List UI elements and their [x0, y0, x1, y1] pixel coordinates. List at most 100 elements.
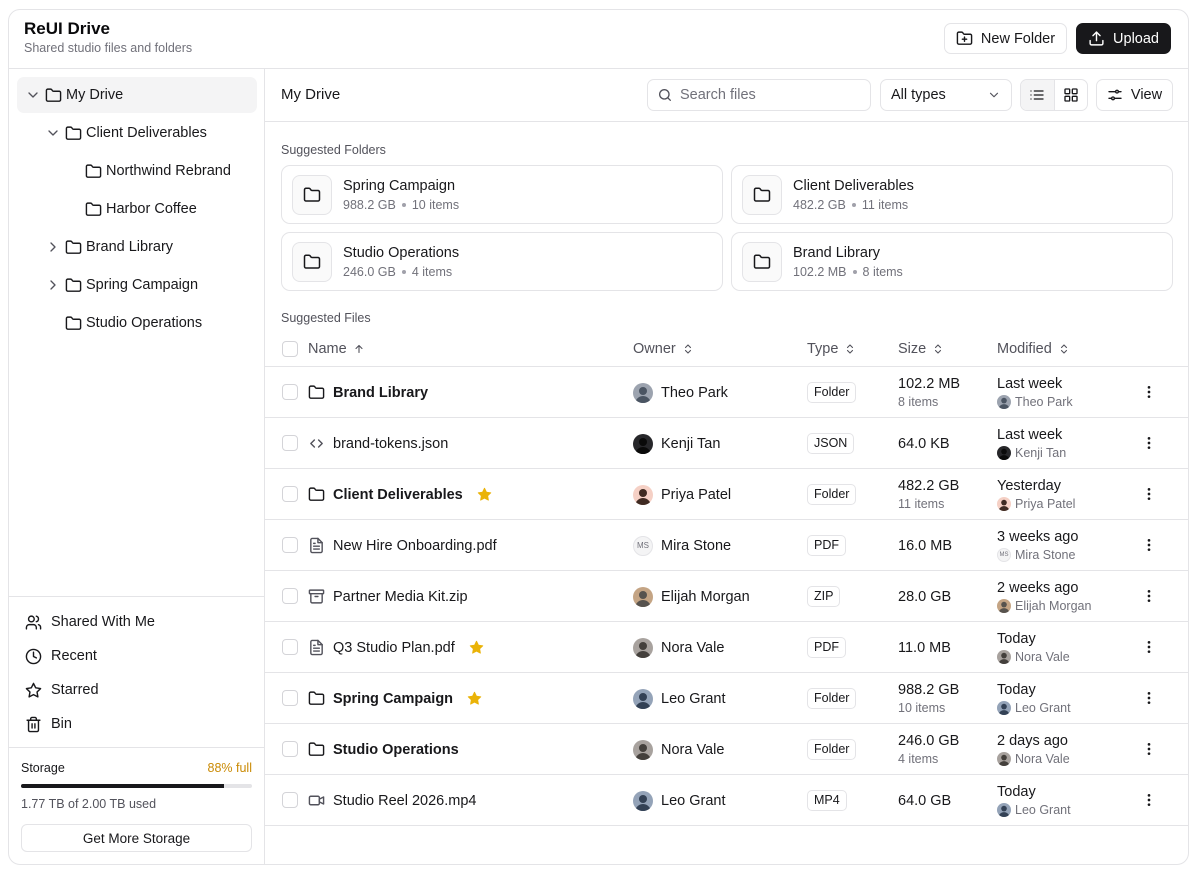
view-options-button[interactable]: View	[1096, 79, 1173, 111]
suggested-files-label: Suggested Files	[281, 311, 371, 325]
tree-item[interactable]: Harbor Coffee	[17, 191, 257, 227]
table-row[interactable]: Brand Library Theo Park Folder 102.2 MB 8…	[265, 367, 1188, 418]
folder-card-size: 988.2 GB	[343, 197, 396, 212]
avatar	[633, 586, 653, 607]
column-type-label: Type	[807, 341, 839, 357]
file-name[interactable]: New Hire Onboarding.pdf	[333, 538, 497, 554]
users-icon	[25, 614, 42, 630]
row-checkbox[interactable]	[282, 690, 298, 706]
table-row[interactable]: Partner Media Kit.zip Elijah Morgan ZIP …	[265, 571, 1188, 622]
file-size: 64.0 KB	[898, 435, 950, 452]
sidebar-nav-item[interactable]: Shared With Me	[9, 605, 264, 639]
file-name[interactable]: Brand Library	[333, 385, 428, 401]
avatar: MS	[633, 535, 653, 556]
folder-card[interactable]: Client Deliverables 482.2 GB 11 items	[731, 165, 1173, 224]
file-name[interactable]: Partner Media Kit.zip	[333, 589, 468, 605]
breadcrumb[interactable]: My Drive	[281, 86, 340, 103]
table-row[interactable]: Q3 Studio Plan.pdf Nora Vale PDF 11.0 MB…	[265, 622, 1188, 673]
chevron-down-icon[interactable]	[25, 87, 41, 103]
tree-item[interactable]: Studio Operations	[17, 305, 257, 341]
sidebar-nav-item[interactable]: Bin	[9, 707, 264, 741]
app-title: ReUI Drive	[24, 19, 110, 38]
select-all-checkbox[interactable]	[282, 341, 298, 357]
file-name[interactable]: Client Deliverables	[333, 487, 463, 503]
upload-button[interactable]: Upload	[1076, 23, 1171, 54]
file-name[interactable]: brand-tokens.json	[333, 436, 448, 452]
folder-card[interactable]: Spring Campaign 988.2 GB 10 items	[281, 165, 723, 224]
row-checkbox[interactable]	[282, 384, 298, 400]
folder-icon	[303, 254, 321, 269]
tree-item[interactable]: Client Deliverables	[17, 115, 257, 151]
modified-by: Priya Patel	[1015, 497, 1076, 511]
search-box[interactable]	[647, 79, 871, 111]
new-folder-button[interactable]: New Folder	[943, 23, 1068, 54]
column-owner[interactable]: Owner	[633, 341, 694, 357]
table-row[interactable]: Studio Reel 2026.mp4 Leo Grant MP4 64.0 …	[265, 775, 1188, 826]
sort-icon	[847, 344, 854, 354]
more-vertical-icon[interactable]	[1141, 639, 1157, 655]
table-row[interactable]: Client Deliverables Priya Patel Folder 4…	[265, 469, 1188, 520]
search-input[interactable]	[680, 87, 850, 103]
file-name[interactable]: Studio Reel 2026.mp4	[333, 793, 477, 809]
folder-card-icon	[742, 174, 782, 215]
more-vertical-icon[interactable]	[1141, 435, 1157, 451]
more-vertical-icon[interactable]	[1141, 741, 1157, 757]
more-vertical-icon[interactable]	[1141, 792, 1157, 808]
file-name[interactable]: Spring Campaign	[333, 691, 453, 707]
table-row[interactable]: Spring Campaign Leo Grant Folder 988.2 G…	[265, 673, 1188, 724]
file-name[interactable]: Studio Operations	[333, 742, 459, 758]
modified-date: 3 weeks ago	[997, 529, 1079, 545]
chevron-down-icon[interactable]	[45, 125, 61, 141]
list-view-button[interactable]	[1021, 80, 1055, 110]
view-toggle	[1020, 79, 1088, 111]
more-vertical-icon[interactable]	[1141, 537, 1157, 553]
tree-item[interactable]: My Drive	[17, 77, 257, 113]
folder-tree: My Drive Client Deliverables Northwind Reb…	[17, 77, 257, 343]
chevron-right-icon[interactable]	[45, 277, 61, 293]
row-checkbox[interactable]	[282, 639, 298, 655]
more-vertical-icon[interactable]	[1141, 486, 1157, 502]
column-modified[interactable]: Modified	[997, 341, 1070, 357]
storage-used: 1.77 TB of 2.00 TB used	[21, 797, 157, 811]
modified-date: 2 days ago	[997, 733, 1068, 749]
table-row[interactable]: Studio Operations Nora Vale Folder 246.0…	[265, 724, 1188, 775]
column-size-label: Size	[898, 341, 927, 357]
more-vertical-icon[interactable]	[1141, 588, 1157, 604]
sidebar-nav-item[interactable]: Starred	[9, 673, 264, 707]
column-owner-label: Owner	[633, 341, 676, 357]
more-vertical-icon[interactable]	[1141, 384, 1157, 400]
new-folder-label: New Folder	[980, 30, 1056, 47]
tree-item[interactable]: Northwind Rebrand	[17, 153, 257, 189]
row-checkbox[interactable]	[282, 486, 298, 502]
table-row[interactable]: New Hire Onboarding.pdf MS Mira Stone PDF…	[265, 520, 1188, 571]
tree-item[interactable]: Brand Library	[17, 229, 257, 265]
modified-date: Today	[997, 631, 1036, 647]
column-size[interactable]: Size	[898, 341, 944, 357]
chevron-right-icon[interactable]	[45, 239, 61, 255]
app-subtitle: Shared studio files and folders	[24, 41, 193, 55]
row-checkbox[interactable]	[282, 588, 298, 604]
row-checkbox[interactable]	[282, 741, 298, 757]
more-vertical-icon[interactable]	[1141, 690, 1157, 706]
column-type[interactable]: Type	[807, 341, 856, 357]
type-filter-select[interactable]: All types	[880, 79, 1012, 111]
avatar	[633, 382, 653, 403]
folder-icon	[65, 125, 82, 140]
file-name[interactable]: Q3 Studio Plan.pdf	[333, 640, 455, 656]
row-checkbox[interactable]	[282, 537, 298, 553]
sidebar-nav-item[interactable]: Recent	[9, 639, 264, 673]
table-row[interactable]: brand-tokens.json Kenji Tan JSON 64.0 KB…	[265, 418, 1188, 469]
storage-label: Storage	[21, 761, 65, 775]
modified-date: Yesterday	[997, 478, 1061, 494]
get-more-storage-button[interactable]: Get More Storage	[21, 824, 252, 852]
column-name[interactable]: Name	[308, 341, 365, 357]
grid-view-button[interactable]	[1055, 80, 1088, 110]
row-checkbox[interactable]	[282, 435, 298, 451]
row-checkbox[interactable]	[282, 792, 298, 808]
modified-date: Today	[997, 682, 1036, 698]
type-badge: MP4	[807, 790, 847, 811]
tree-item[interactable]: Spring Campaign	[17, 267, 257, 303]
file-size: 988.2 GB	[898, 682, 960, 698]
folder-card[interactable]: Brand Library 102.2 MB 8 items	[731, 232, 1173, 291]
folder-card[interactable]: Studio Operations 246.0 GB 4 items	[281, 232, 723, 291]
